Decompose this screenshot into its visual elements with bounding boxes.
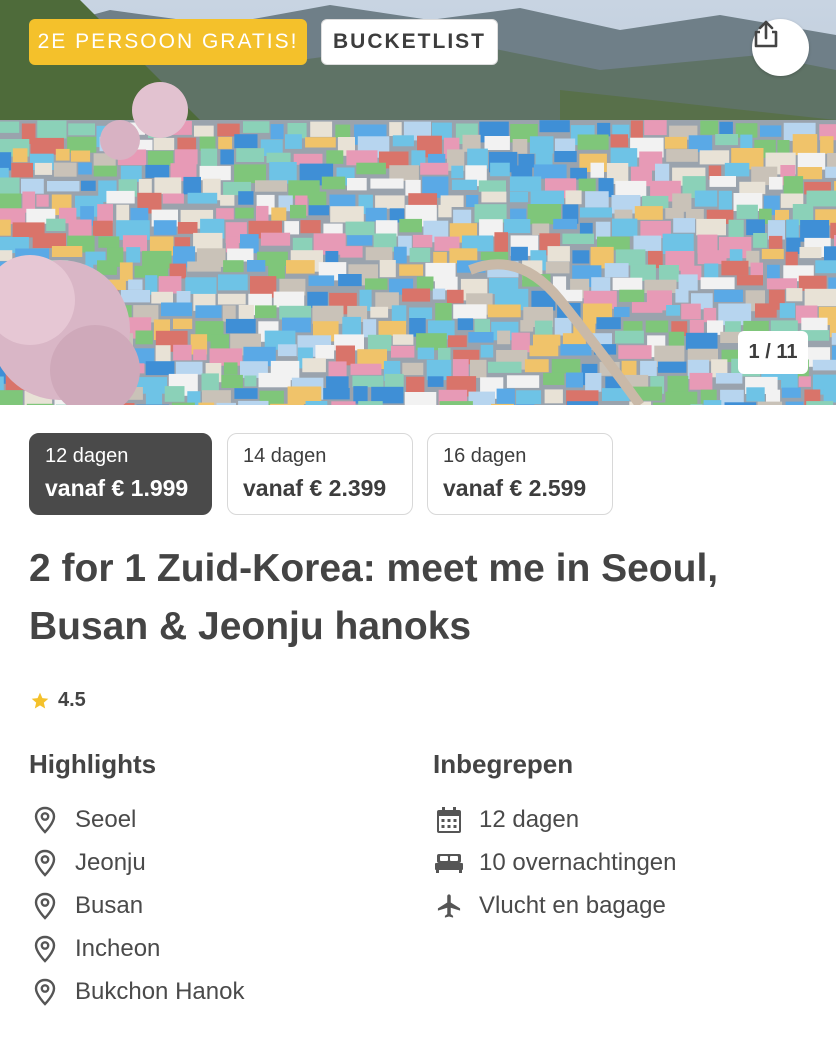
share-button[interactable]	[752, 19, 809, 76]
included-label: 10 overnachtingen	[479, 849, 677, 876]
option-price: vanaf € 2.599	[443, 475, 587, 501]
highlights-heading: Highlights	[29, 749, 157, 779]
option-days: 14 dagen	[243, 445, 327, 467]
promo-badge: 2E PERSOON GRATIS!	[29, 19, 307, 65]
location-pin-icon	[34, 806, 56, 834]
bucketlist-badge: BUCKETLIST	[321, 19, 498, 65]
airplane-icon	[437, 894, 461, 918]
highlight-label: Busan	[75, 892, 144, 919]
highlight-item: Seoel	[29, 804, 136, 836]
location-pin-icon	[34, 849, 56, 877]
option-days: 16 dagen	[443, 445, 527, 467]
duration-option-16[interactable]: 16 dagen vanaf € 2.599	[427, 433, 613, 515]
duration-option-12[interactable]: 12 dagen vanaf € 1.999	[29, 433, 212, 515]
page-title: 2 for 1 Zuid-Korea: meet me in Seoul, Bu…	[29, 547, 719, 648]
option-price: vanaf € 1.999	[45, 475, 189, 501]
location-pin-icon	[34, 935, 56, 963]
included-item: 10 overnachtingen	[433, 847, 676, 879]
included-label: Vlucht en bagage	[479, 892, 666, 919]
option-price: vanaf € 2.399	[243, 475, 387, 501]
option-days: 12 dagen	[45, 445, 129, 467]
rating: 4.5	[30, 689, 86, 712]
hero-image[interactable]: 2E PERSOON GRATIS! BUCKETLIST 1 / 11	[0, 0, 836, 405]
highlight-label: Bukchon Hanok	[75, 978, 245, 1005]
highlight-item: Incheon	[29, 933, 160, 965]
highlight-item: Jeonju	[29, 847, 146, 879]
calendar-icon	[437, 807, 461, 833]
included-item: Vlucht en bagage	[433, 890, 666, 922]
highlight-label: Seoel	[75, 806, 137, 833]
included-item: 12 dagen	[433, 804, 579, 836]
share-icon	[754, 20, 778, 48]
highlight-item: Busan	[29, 890, 143, 922]
star-icon	[31, 692, 49, 708]
duration-option-14[interactable]: 14 dagen vanaf € 2.399	[227, 433, 413, 515]
included-heading: Inbegrepen	[433, 749, 574, 779]
location-pin-icon	[34, 978, 56, 1006]
highlight-item: Bukchon Hanok	[29, 976, 244, 1008]
location-pin-icon	[34, 892, 56, 920]
bed-icon	[435, 854, 463, 873]
highlight-label: Incheon	[75, 935, 161, 962]
image-counter: 1 / 11	[738, 331, 808, 374]
rating-value: 4.5	[58, 689, 86, 711]
highlight-label: Jeonju	[75, 849, 146, 876]
included-label: 12 dagen	[479, 806, 580, 833]
